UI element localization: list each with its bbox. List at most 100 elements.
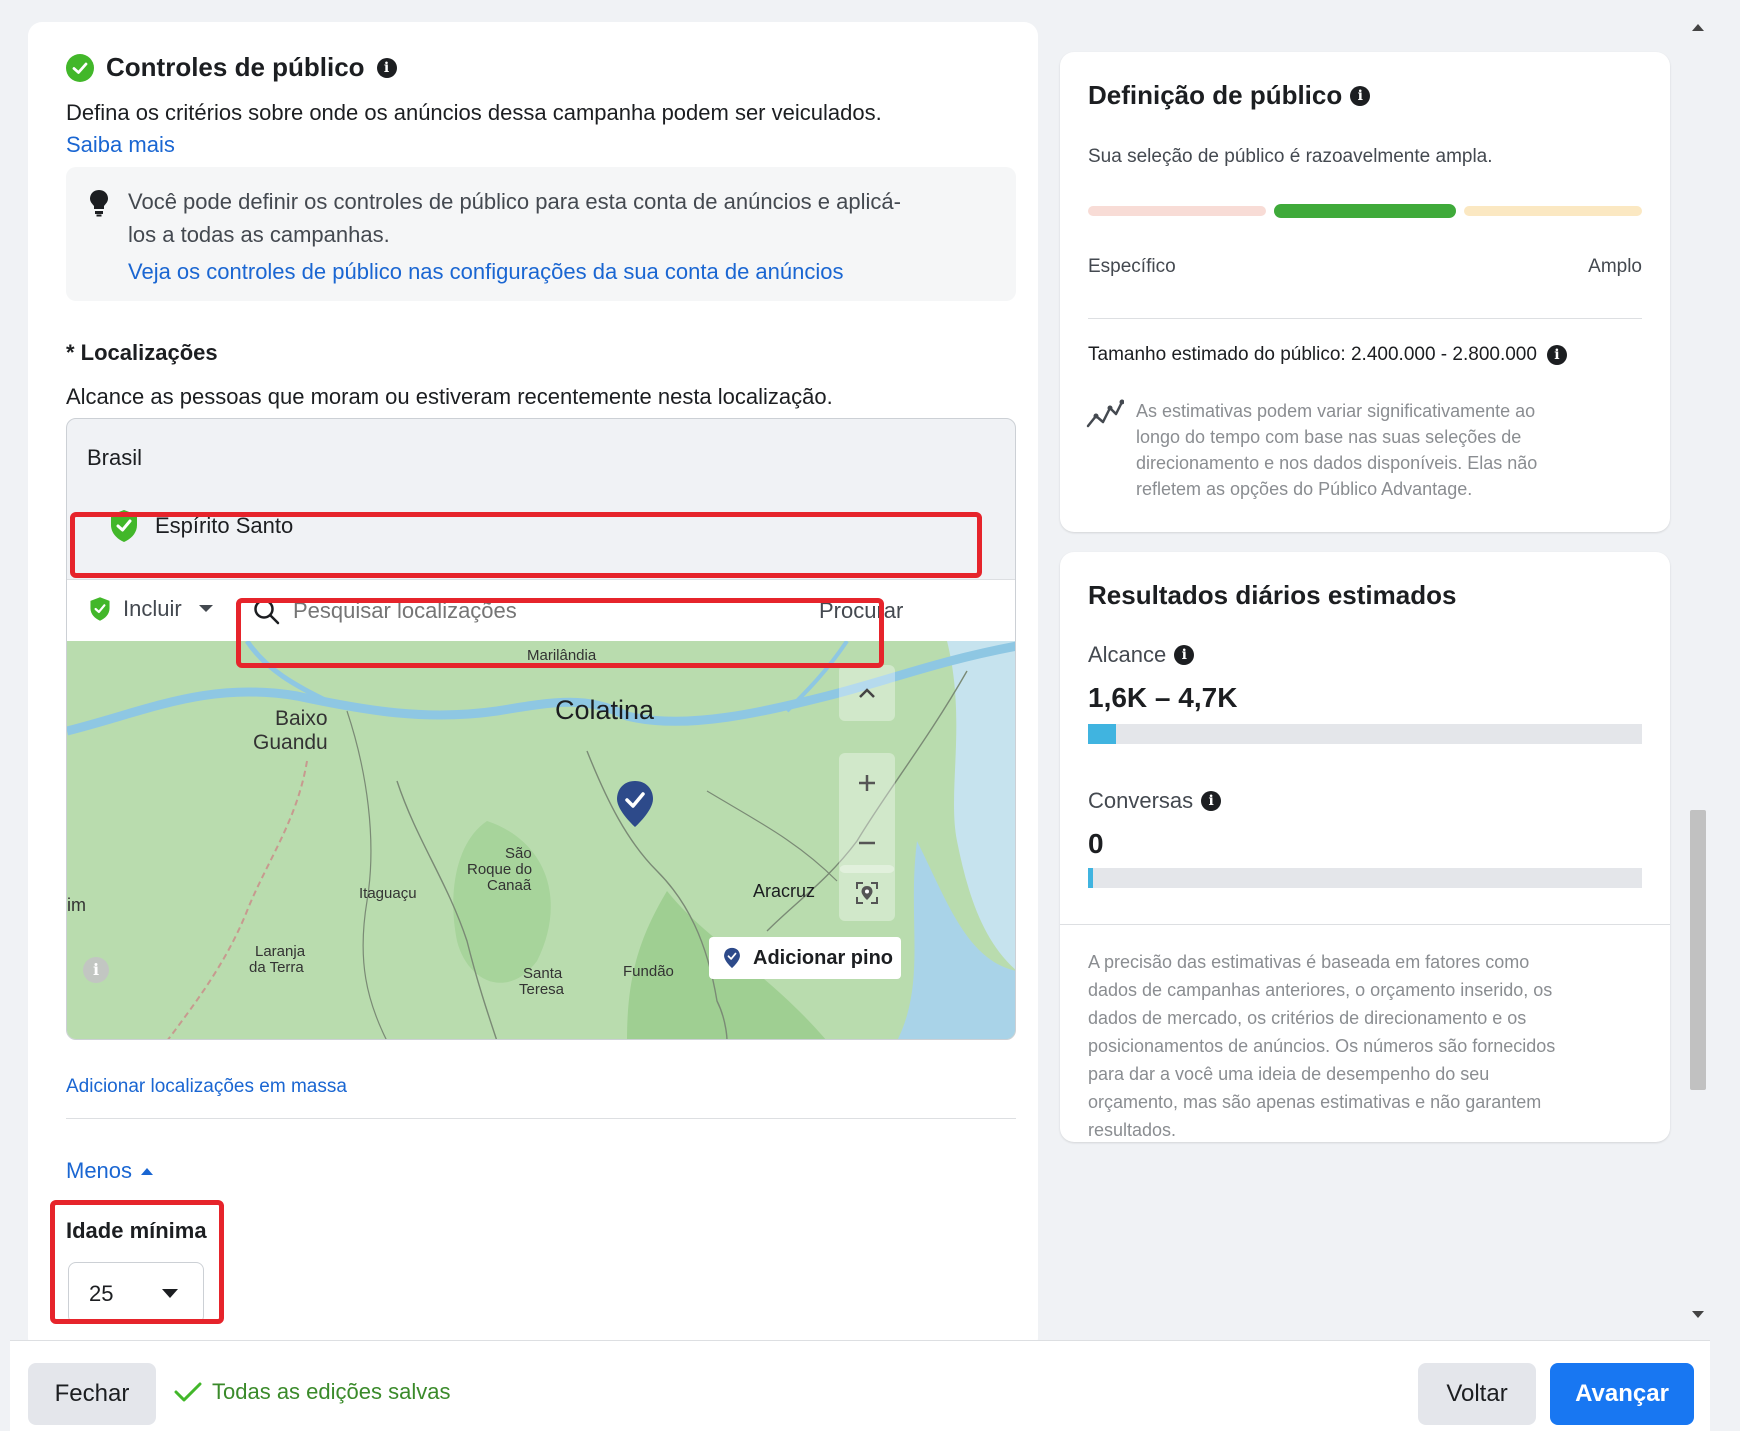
trend-chart-icon <box>1086 398 1125 437</box>
audience-definition-header: Definição de público i <box>1088 80 1371 111</box>
audience-settings-card: Controles de público i Defina os critéri… <box>28 22 1038 1352</box>
meter-segment-specific <box>1088 206 1266 216</box>
map-label-colatina: Colatina <box>555 695 655 725</box>
estimate-disclaimer: As estimativas podem variar significativ… <box>1136 398 1537 502</box>
map-label-canaa: Canaã <box>487 877 532 894</box>
accuracy-line: dados de campanhas anteriores, o orçamen… <box>1088 980 1553 1000</box>
map-label-aracruz: Aracruz <box>753 881 816 901</box>
reach-label-row: Alcance i <box>1088 642 1195 668</box>
chevron-down-icon <box>198 605 213 612</box>
locations-label: * Localizações <box>66 340 218 365</box>
tip-text-line1: Você pode definir os controles de públic… <box>128 189 901 214</box>
add-pin-button[interactable]: Adicionar pino <box>709 937 901 979</box>
audience-definition-title: Definição de público <box>1088 80 1343 110</box>
zoom-controls <box>839 753 895 873</box>
disclaimer-line: As estimativas podem variar significativ… <box>1136 401 1536 421</box>
info-icon[interactable]: i <box>1350 85 1371 106</box>
specific-label: Específico <box>1088 256 1176 277</box>
map-label-teresa: Teresa <box>519 981 565 998</box>
next-button[interactable]: Avançar <box>1550 1363 1694 1425</box>
broad-label: Amplo <box>1588 256 1642 277</box>
conversations-label-row: Conversas i <box>1088 788 1222 814</box>
less-toggle-label: Menos <box>66 1158 133 1183</box>
lightbulb-icon <box>88 189 110 222</box>
scrollbar[interactable] <box>1686 14 1710 1324</box>
complete-check-icon <box>66 53 94 82</box>
daily-results-card: Resultados diários estimados Alcance i 1… <box>1060 552 1670 1142</box>
min-age-value: 25 <box>89 1281 114 1306</box>
location-search-input[interactable] <box>293 594 793 628</box>
accuracy-note: A precisão das estimativas é baseada em … <box>1088 948 1555 1144</box>
info-icon[interactable]: i <box>1201 791 1222 811</box>
min-age-label: Idade mínima <box>66 1218 207 1243</box>
back-button[interactable]: Voltar <box>1418 1363 1536 1425</box>
selected-location-row[interactable]: Espírito Santo <box>89 497 989 555</box>
tip-text-line2: los a todas as campanhas. <box>128 222 390 247</box>
conversations-value: 0 <box>1088 828 1104 859</box>
map-label-guandu: Guandu <box>253 731 328 754</box>
map-label-santa: Santa <box>523 965 563 982</box>
map-label-itaguacu: Itaguaçu <box>359 885 417 902</box>
reach-bar <box>1088 724 1642 744</box>
info-icon[interactable]: i <box>1174 645 1195 665</box>
map-label-im: im <box>67 895 86 915</box>
disclaimer-line: longo do tempo com base nas suas seleçõe… <box>1136 427 1522 447</box>
country-label: Brasil <box>87 445 143 470</box>
save-status: Todas as edições salvas <box>174 1379 450 1405</box>
map-label-fundao: Fundão <box>623 963 674 980</box>
section-title: Controles de público <box>106 52 365 82</box>
include-label: Incluir <box>123 596 182 621</box>
locations-description: Alcance as pessoas que moram ou estivera… <box>66 384 833 409</box>
map-location-pin-icon <box>615 779 655 834</box>
close-button[interactable]: Fechar <box>28 1363 156 1425</box>
next-button-label: Avançar <box>1575 1380 1669 1407</box>
scrollbar-thumb[interactable] <box>1690 810 1706 1090</box>
meter-segment-broad <box>1464 206 1642 216</box>
pin-icon <box>724 947 740 969</box>
location-map[interactable]: Marilândia Colatina Baixo Guandu São Roq… <box>67 641 1015 1039</box>
locate-pin-icon <box>856 882 878 904</box>
search-row: Incluir Procurar <box>67 579 1015 641</box>
map-label-daterra: da Terra <box>249 959 304 976</box>
accuracy-line: resultados. <box>1088 1120 1177 1140</box>
include-pin-icon <box>90 597 110 621</box>
zoom-out-button[interactable] <box>839 813 895 873</box>
audience-definition-card: Definição de público i Sua seleção de pú… <box>1060 52 1670 532</box>
info-icon[interactable]: i <box>376 57 397 78</box>
include-dropdown[interactable]: Incluir <box>89 596 214 622</box>
map-label-roque: Roque do <box>467 861 533 878</box>
accuracy-line: dados de mercado, os critérios de direci… <box>1088 1008 1527 1028</box>
learn-more-link[interactable]: Saiba mais <box>66 132 175 158</box>
search-button[interactable]: Procurar <box>819 598 903 624</box>
map-info-icon[interactable]: i <box>83 957 109 983</box>
reach-bar-fill <box>1088 724 1116 744</box>
tip-box: Você pode definir os controles de públic… <box>66 167 1016 301</box>
less-toggle[interactable]: Menos <box>66 1158 154 1184</box>
location-panel: Brasil Espírito Santo Incluir Procu <box>66 418 1016 1040</box>
locate-button[interactable] <box>839 865 895 921</box>
selected-location-name: Espírito Santo <box>155 513 294 538</box>
caret-down-icon <box>162 1289 178 1298</box>
close-button-label: Fechar <box>54 1380 130 1407</box>
min-age-select[interactable]: 25 <box>68 1262 204 1324</box>
bulk-add-locations-link[interactable]: Adicionar localizações em massa <box>66 1076 347 1098</box>
ad-account-controls-link[interactable]: Veja os controles de público nas configu… <box>128 259 843 285</box>
section-header: Controles de público i <box>66 52 397 83</box>
disclaimer-line: refletem as opções do Público Advantage. <box>1136 479 1473 499</box>
zoom-in-button[interactable] <box>839 753 895 813</box>
section-description: Defina os critérios sobre onde os anúnci… <box>66 100 882 125</box>
footer-bar: Fechar Todas as edições salvas Voltar Av… <box>10 1340 1710 1431</box>
estimated-audience-size: Tamanho estimado do público: 2.400.000 -… <box>1088 344 1537 365</box>
minus-icon <box>859 841 875 845</box>
card-divider <box>1088 318 1642 319</box>
conversations-bar-fill <box>1088 868 1093 888</box>
info-icon[interactable]: i <box>1546 345 1567 365</box>
location-search-box[interactable] <box>239 582 809 640</box>
app-frame: Controles de público i Defina os critéri… <box>10 14 1710 1431</box>
caret-up-icon <box>141 1168 154 1175</box>
card-divider <box>1060 924 1670 925</box>
checkmark-icon <box>174 1382 202 1402</box>
map-collapse-button[interactable] <box>839 665 895 721</box>
back-button-label: Voltar <box>1446 1380 1508 1407</box>
map-label-baixo: Baixo <box>275 707 328 730</box>
